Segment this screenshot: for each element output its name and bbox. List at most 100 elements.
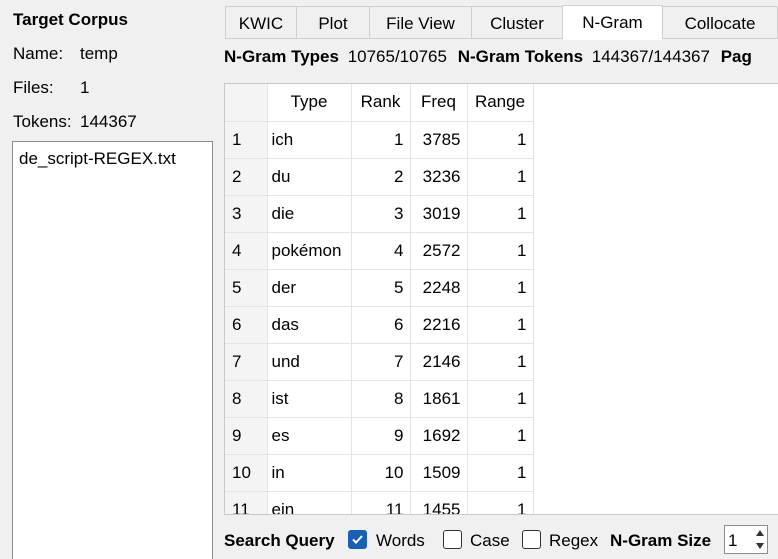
row-range-cell[interactable]: 1 <box>467 121 534 159</box>
ngram-size-label: N-Gram Size <box>610 531 712 550</box>
table-row[interactable]: 7 und 7 2146 1 <box>225 343 534 381</box>
corpus-file-list[interactable]: de_script-REGEX.txt <box>12 141 213 559</box>
row-freq-cell[interactable]: 1455 <box>410 491 468 514</box>
row-range-cell[interactable]: 1 <box>467 306 534 344</box>
row-freq-cell[interactable]: 2146 <box>410 343 468 381</box>
row-index-cell[interactable]: 9 <box>225 417 268 455</box>
row-index-cell[interactable]: 1 <box>225 121 268 159</box>
row-index-cell[interactable]: 7 <box>225 343 268 381</box>
row-index-cell[interactable]: 10 <box>225 454 268 492</box>
row-freq-cell[interactable]: 1692 <box>410 417 468 455</box>
row-range-cell[interactable]: 1 <box>467 158 534 196</box>
tokens-label: Tokens: <box>13 112 72 131</box>
row-freq-cell[interactable]: 3236 <box>410 158 468 196</box>
table-row[interactable]: 8 ist 8 1861 1 <box>225 380 534 418</box>
row-rank-cell[interactable]: 1 <box>351 121 411 159</box>
tab-collocate[interactable]: Collocate <box>662 6 778 39</box>
row-freq-cell[interactable]: 3785 <box>410 121 468 159</box>
ngram-results-table[interactable]: Type Rank Freq Range 1 ich 1 3785 1 2 du 2 3236 1… <box>224 83 778 515</box>
tab-kwic[interactable]: KWIC <box>225 6 297 39</box>
row-range-cell[interactable]: 1 <box>467 269 534 307</box>
table-row[interactable]: 10 in 10 1509 1 <box>225 454 534 492</box>
row-range-cell[interactable]: 1 <box>467 380 534 418</box>
words-checkbox[interactable] <box>348 530 367 549</box>
tab-n-gram[interactable]: N-Gram <box>562 5 663 40</box>
row-rank-cell[interactable]: 5 <box>351 269 411 307</box>
corpus-file-item[interactable]: de_script-REGEX.txt <box>19 149 176 169</box>
ngram-types-value: 10765/10765 <box>347 47 447 66</box>
table-row[interactable]: 9 es 9 1692 1 <box>225 417 534 455</box>
header-freq[interactable]: Freq <box>410 84 468 122</box>
row-type-cell[interactable]: du <box>267 158 352 196</box>
row-rank-cell[interactable]: 6 <box>351 306 411 344</box>
row-range-cell[interactable]: 1 <box>467 417 534 455</box>
row-rank-cell[interactable]: 7 <box>351 343 411 381</box>
row-range-cell[interactable]: 1 <box>467 195 534 233</box>
table-row[interactable]: 6 das 6 2216 1 <box>225 306 534 344</box>
header-range[interactable]: Range <box>467 84 534 122</box>
row-index-cell[interactable]: 5 <box>225 269 268 307</box>
table-row[interactable]: 4 pokémon 4 2572 1 <box>225 232 534 270</box>
row-rank-cell[interactable]: 3 <box>351 195 411 233</box>
tool-tabs: KWIC Plot File View Cluster N-Gram Collo… <box>225 5 778 40</box>
spinner-up-icon[interactable] <box>756 530 764 536</box>
table-row[interactable]: 5 der 5 2248 1 <box>225 269 534 307</box>
case-label[interactable]: Case <box>470 531 510 551</box>
table-row[interactable]: 1 ich 1 3785 1 <box>225 121 534 159</box>
row-rank-cell[interactable]: 10 <box>351 454 411 492</box>
target-corpus-panel: Target Corpus Name: temp Files: 1 Tokens: 1… <box>0 0 222 559</box>
header-type[interactable]: Type <box>267 84 352 122</box>
row-rank-cell[interactable]: 9 <box>351 417 411 455</box>
row-rank-cell[interactable]: 8 <box>351 380 411 418</box>
tokens-value: 144367 <box>80 112 137 131</box>
row-freq-cell[interactable]: 2216 <box>410 306 468 344</box>
row-index-cell[interactable]: 11 <box>225 491 268 514</box>
table-row[interactable]: 11 ein 11 1455 1 <box>225 491 534 514</box>
words-label[interactable]: Words <box>376 531 425 551</box>
tab-file-view[interactable]: File View <box>369 6 472 39</box>
row-freq-cell[interactable]: 1509 <box>410 454 468 492</box>
header-index <box>225 84 268 122</box>
row-freq-cell[interactable]: 3019 <box>410 195 468 233</box>
row-range-cell[interactable]: 1 <box>467 343 534 381</box>
tab-cluster[interactable]: Cluster <box>471 6 563 39</box>
files-value: 1 <box>80 78 90 97</box>
files-label: Files: <box>13 78 54 97</box>
row-rank-cell[interactable]: 11 <box>351 491 411 514</box>
row-type-cell[interactable]: ein <box>267 491 352 514</box>
spinner-buttons <box>753 526 767 553</box>
row-type-cell[interactable]: und <box>267 343 352 381</box>
row-type-cell[interactable]: der <box>267 269 352 307</box>
table-row[interactable]: 2 du 2 3236 1 <box>225 158 534 196</box>
row-type-cell[interactable]: ist <box>267 380 352 418</box>
row-freq-cell[interactable]: 2572 <box>410 232 468 270</box>
table-row[interactable]: 3 die 3 3019 1 <box>225 195 534 233</box>
case-checkbox[interactable] <box>443 530 462 549</box>
row-freq-cell[interactable]: 1861 <box>410 380 468 418</box>
table-header-row: Type Rank Freq Range <box>225 84 534 122</box>
ngram-size-value[interactable]: 1 <box>728 531 737 551</box>
row-type-cell[interactable]: die <box>267 195 352 233</box>
row-index-cell[interactable]: 8 <box>225 380 268 418</box>
row-type-cell[interactable]: pokémon <box>267 232 352 270</box>
row-rank-cell[interactable]: 4 <box>351 232 411 270</box>
row-freq-cell[interactable]: 2248 <box>410 269 468 307</box>
tab-plot[interactable]: Plot <box>296 6 370 39</box>
row-index-cell[interactable]: 6 <box>225 306 268 344</box>
regex-label[interactable]: Regex <box>549 531 598 551</box>
row-type-cell[interactable]: ich <box>267 121 352 159</box>
row-index-cell[interactable]: 2 <box>225 158 268 196</box>
spinner-down-icon[interactable] <box>756 543 764 549</box>
header-rank[interactable]: Rank <box>351 84 411 122</box>
row-range-cell[interactable]: 1 <box>467 491 534 514</box>
row-range-cell[interactable]: 1 <box>467 454 534 492</box>
row-type-cell[interactable]: das <box>267 306 352 344</box>
row-type-cell[interactable]: in <box>267 454 352 492</box>
regex-checkbox[interactable] <box>522 530 541 549</box>
row-index-cell[interactable]: 3 <box>225 195 268 233</box>
row-range-cell[interactable]: 1 <box>467 232 534 270</box>
row-rank-cell[interactable]: 2 <box>351 158 411 196</box>
row-type-cell[interactable]: es <box>267 417 352 455</box>
ngram-size-spinner[interactable]: 1 <box>724 525 768 554</box>
row-index-cell[interactable]: 4 <box>225 232 268 270</box>
